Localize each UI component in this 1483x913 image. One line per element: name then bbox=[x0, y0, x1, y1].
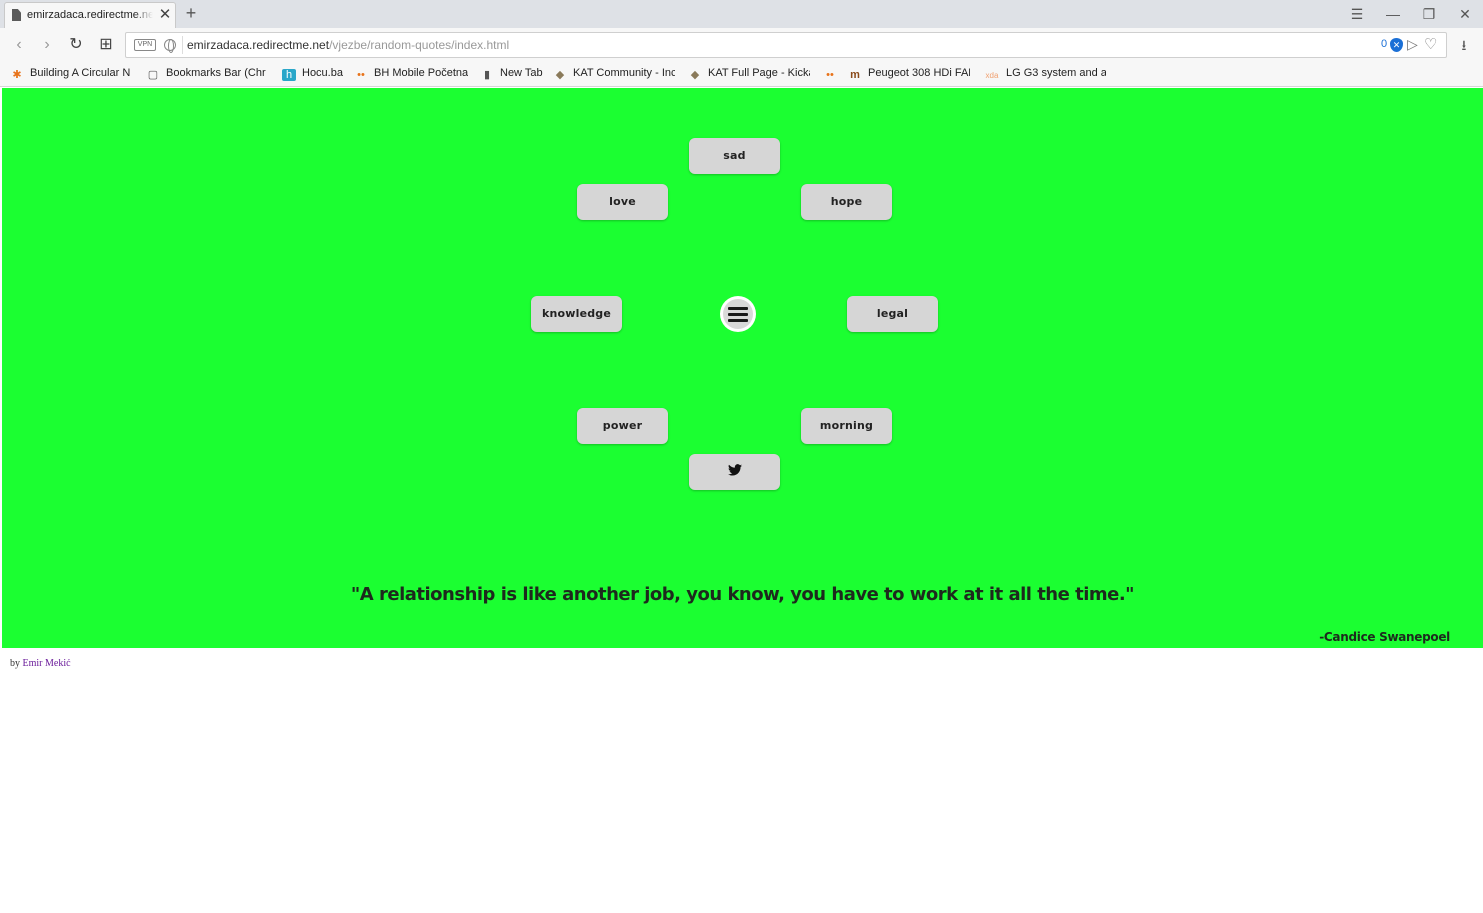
xda-icon: xda bbox=[985, 71, 999, 80]
globe-icon[interactable] bbox=[164, 39, 176, 53]
asterisk-icon: ✱ bbox=[12, 69, 22, 81]
bh-mobile-icon: •• bbox=[826, 69, 834, 81]
category-sad-button[interactable]: sad bbox=[689, 138, 780, 174]
close-tab-icon[interactable]: ✕ bbox=[157, 6, 173, 24]
quote-stage: sad love hope knowledge legal power morn… bbox=[2, 88, 1483, 648]
ad-block-shield-icon[interactable]: ✕ bbox=[1390, 38, 1403, 52]
kat-icon: ◆ bbox=[690, 69, 700, 81]
footer-credit: by Emir Mekić bbox=[10, 658, 71, 669]
kat-icon: ◆ bbox=[555, 69, 565, 81]
bookmark-new-tab[interactable]: ▮ New Tab bbox=[480, 67, 546, 83]
footer-prefix: by bbox=[10, 658, 23, 669]
page-icon: ▮ bbox=[483, 69, 491, 81]
bookmark-hocu[interactable]: h Hocu.ba bbox=[282, 67, 346, 83]
menu-toggle-button[interactable] bbox=[720, 296, 756, 332]
restore-button[interactable]: ❐ bbox=[1418, 4, 1440, 24]
bookmark-kat-full-page[interactable]: ◆ KAT Full Page - Kicka bbox=[688, 67, 813, 83]
category-love-button[interactable]: love bbox=[577, 184, 668, 220]
vpn-badge[interactable]: VPN bbox=[134, 39, 156, 51]
forward-button[interactable]: › bbox=[37, 35, 57, 55]
tab-bar: emirzadaca.redirectme.net ✕ + ☰ — ❐ ✕ bbox=[0, 0, 1483, 28]
bookmark-kat-community[interactable]: ◆ KAT Community - Inc bbox=[553, 67, 678, 83]
download-icon[interactable]: ⭳ bbox=[1456, 35, 1472, 53]
url-divider bbox=[182, 36, 183, 54]
category-legal-button[interactable]: legal bbox=[847, 296, 938, 332]
minimize-button[interactable]: — bbox=[1382, 4, 1404, 24]
url-path: /vjezbe/random-quotes/index.html bbox=[329, 38, 510, 52]
bookmark-bh-mobile[interactable]: •• BH Mobile Početna bbox=[354, 67, 472, 83]
quote-author: -Candice Swanepoel bbox=[1319, 630, 1450, 644]
author-link[interactable]: Emir Mekić bbox=[23, 658, 71, 669]
close-window-button[interactable]: ✕ bbox=[1454, 4, 1476, 24]
browser-tab[interactable]: emirzadaca.redirectme.net ✕ bbox=[4, 2, 176, 28]
url-text[interactable]: emirzadaca.redirectme.net/vjezbe/random-… bbox=[187, 38, 509, 52]
category-power-button[interactable]: power bbox=[577, 408, 668, 444]
folder-icon: ▢ bbox=[147, 69, 159, 81]
navigation-bar: ‹ › ↻ ⊞ VPN emirzadaca.redirectme.net/vj… bbox=[0, 28, 1483, 62]
blocked-count: 0 bbox=[1381, 38, 1388, 50]
tab-menu-icon[interactable]: ☰ bbox=[1346, 4, 1368, 24]
back-button[interactable]: ‹ bbox=[9, 35, 29, 55]
category-knowledge-button[interactable]: knowledge bbox=[531, 296, 622, 332]
tweet-button[interactable] bbox=[689, 454, 780, 490]
hamburger-icon bbox=[723, 299, 753, 329]
motori-icon: m bbox=[850, 69, 860, 81]
bookmark-lg-g3[interactable]: xda LG G3 system and all bbox=[984, 67, 1108, 83]
send-icon[interactable]: ▷ bbox=[1407, 36, 1418, 53]
bookmark-bookmarks-bar[interactable]: ▢ Bookmarks Bar (Chro bbox=[146, 67, 270, 83]
bookmarks-bar: ✱ Building A Circular N ▢ Bookmarks Bar (C… bbox=[0, 62, 1483, 87]
category-morning-button[interactable]: morning bbox=[801, 408, 892, 444]
reload-button[interactable]: ↻ bbox=[66, 35, 86, 55]
quote-text: "A relationship is like another job, you… bbox=[350, 584, 1135, 605]
bookmark-bh-mobile-2[interactable]: •• bbox=[823, 67, 841, 83]
category-hope-button[interactable]: hope bbox=[801, 184, 892, 220]
url-host: emirzadaca.redirectme.net bbox=[187, 38, 330, 52]
document-icon bbox=[12, 9, 21, 21]
address-bar[interactable]: VPN emirzadaca.redirectme.net/vjezbe/ran… bbox=[125, 32, 1447, 58]
hocu-icon: h bbox=[282, 69, 296, 81]
heart-icon[interactable]: ♡ bbox=[1424, 35, 1437, 53]
bookmark-building-a-circular[interactable]: ✱ Building A Circular N bbox=[10, 67, 135, 83]
bookmark-peugeot[interactable]: m Peugeot 308 HDi FAP bbox=[848, 67, 974, 83]
speed-dial-icon[interactable]: ⊞ bbox=[96, 35, 116, 55]
bh-mobile-icon: •• bbox=[357, 69, 365, 81]
new-tab-button[interactable]: + bbox=[182, 4, 200, 22]
tab-title: emirzadaca.redirectme.net bbox=[27, 9, 153, 21]
twitter-icon bbox=[727, 464, 742, 476]
